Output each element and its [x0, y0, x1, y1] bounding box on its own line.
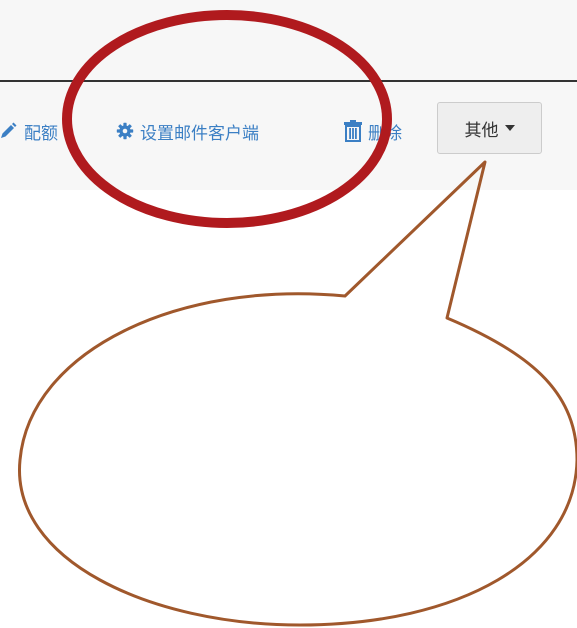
other-label: 其他	[464, 120, 499, 141]
gear-icon	[116, 122, 134, 140]
delete-button[interactable]: 删除	[344, 116, 402, 146]
pencil-icon	[0, 121, 18, 141]
trash-icon	[344, 120, 362, 142]
other-dropdown-button[interactable]: 其他	[437, 102, 542, 154]
speech-bubble-callout	[18, 160, 577, 627]
setup-mail-client-label: 设置邮件客户端	[140, 123, 259, 144]
delete-label: 删除	[368, 123, 402, 144]
quota-button[interactable]: 配额	[0, 116, 58, 146]
caret-down-icon	[504, 125, 515, 131]
quota-label: 配额	[24, 123, 58, 144]
setup-mail-client-button[interactable]: 设置邮件客户端	[116, 116, 259, 146]
header-band	[0, 0, 577, 80]
